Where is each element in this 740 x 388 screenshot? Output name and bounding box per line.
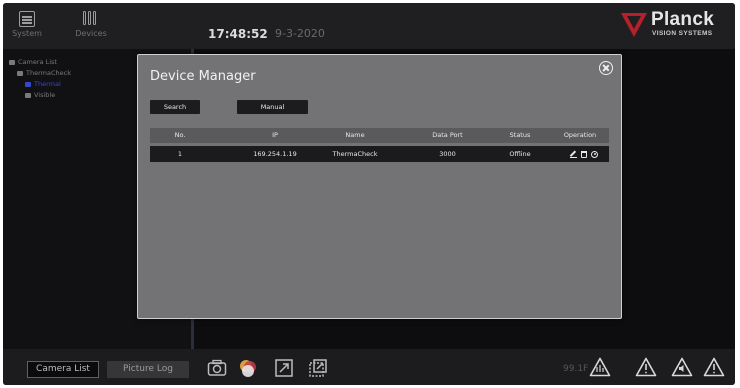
manual-button[interactable]: Manual (237, 100, 308, 114)
cell-port: 3000 (439, 150, 456, 158)
date: 9-3-2020 (275, 27, 325, 40)
temperature-warning-icon[interactable] (589, 357, 611, 377)
table-header: No. IP Name Data Port Status Operation (150, 128, 609, 143)
system-icon (19, 11, 35, 27)
temperature-readout: 99.1F (563, 364, 589, 374)
settings-icon[interactable] (591, 150, 598, 158)
column-header: No. (174, 131, 186, 139)
camera-list-icon (9, 59, 15, 65)
planck-chevron-icon (621, 13, 647, 37)
delete-icon[interactable] (581, 150, 587, 158)
devices-button[interactable]: Devices (73, 11, 109, 38)
system-button[interactable]: System (9, 11, 45, 38)
column-header: Name (345, 131, 365, 139)
audio-warning-icon[interactable] (671, 357, 693, 377)
tree-item-thermal[interactable]: Thermal (9, 79, 71, 90)
clock: 17:48:52 (208, 27, 268, 41)
cell-no: 1 (177, 150, 183, 158)
cell-ip: 169.254.1.19 (253, 150, 297, 158)
camera-icon[interactable] (207, 358, 227, 378)
warning-icon[interactable] (635, 357, 657, 377)
column-header: Data Port (432, 131, 463, 139)
column-header: Status (509, 131, 531, 139)
brand-name: Planck (651, 9, 715, 30)
devices-icon (83, 11, 99, 27)
top-bar: System Devices 17:48:52 9-3-2020 Planck … (3, 3, 735, 49)
cell-name: ThermaCheck (332, 150, 378, 158)
edit-icon[interactable] (570, 151, 577, 158)
tab-picture-log[interactable]: Picture Log (107, 361, 189, 378)
camera-icon (25, 81, 31, 87)
tab-camera-list[interactable]: Camera List (27, 361, 99, 378)
tree-device-thermacheck[interactable]: ThermaCheck (9, 68, 71, 79)
system-label: System (12, 29, 42, 38)
devices-label: Devices (75, 29, 107, 38)
bottom-bar: Camera List Picture Log 99.1F (3, 349, 735, 385)
device-manager-dialog: Device Manager Search Manual No. IP Name… (137, 54, 622, 319)
column-header: IP (272, 131, 278, 139)
expand-icon[interactable] (274, 358, 294, 378)
brand-subtitle: VISION SYSTEMS (652, 30, 713, 37)
table-row[interactable]: 1 169.254.1.19 ThermaCheck 3000 Offline (150, 146, 609, 162)
column-header: Operation (563, 131, 597, 139)
warning-icon[interactable] (703, 357, 725, 377)
device-icon (17, 70, 23, 76)
dialog-title: Device Manager (150, 69, 256, 84)
cell-status: Offline (509, 150, 531, 158)
tree-item-visible[interactable]: Visible (9, 90, 71, 101)
operation-cell (570, 146, 598, 162)
popout-icon[interactable] (308, 358, 328, 378)
color-palette-icon[interactable] (238, 358, 258, 378)
camera-icon (25, 92, 31, 98)
search-button[interactable]: Search (150, 100, 200, 114)
tree-root[interactable]: Camera List (9, 57, 71, 68)
close-icon[interactable] (599, 61, 613, 75)
camera-tree: Camera List ThermaCheck Thermal Visible (9, 57, 85, 101)
